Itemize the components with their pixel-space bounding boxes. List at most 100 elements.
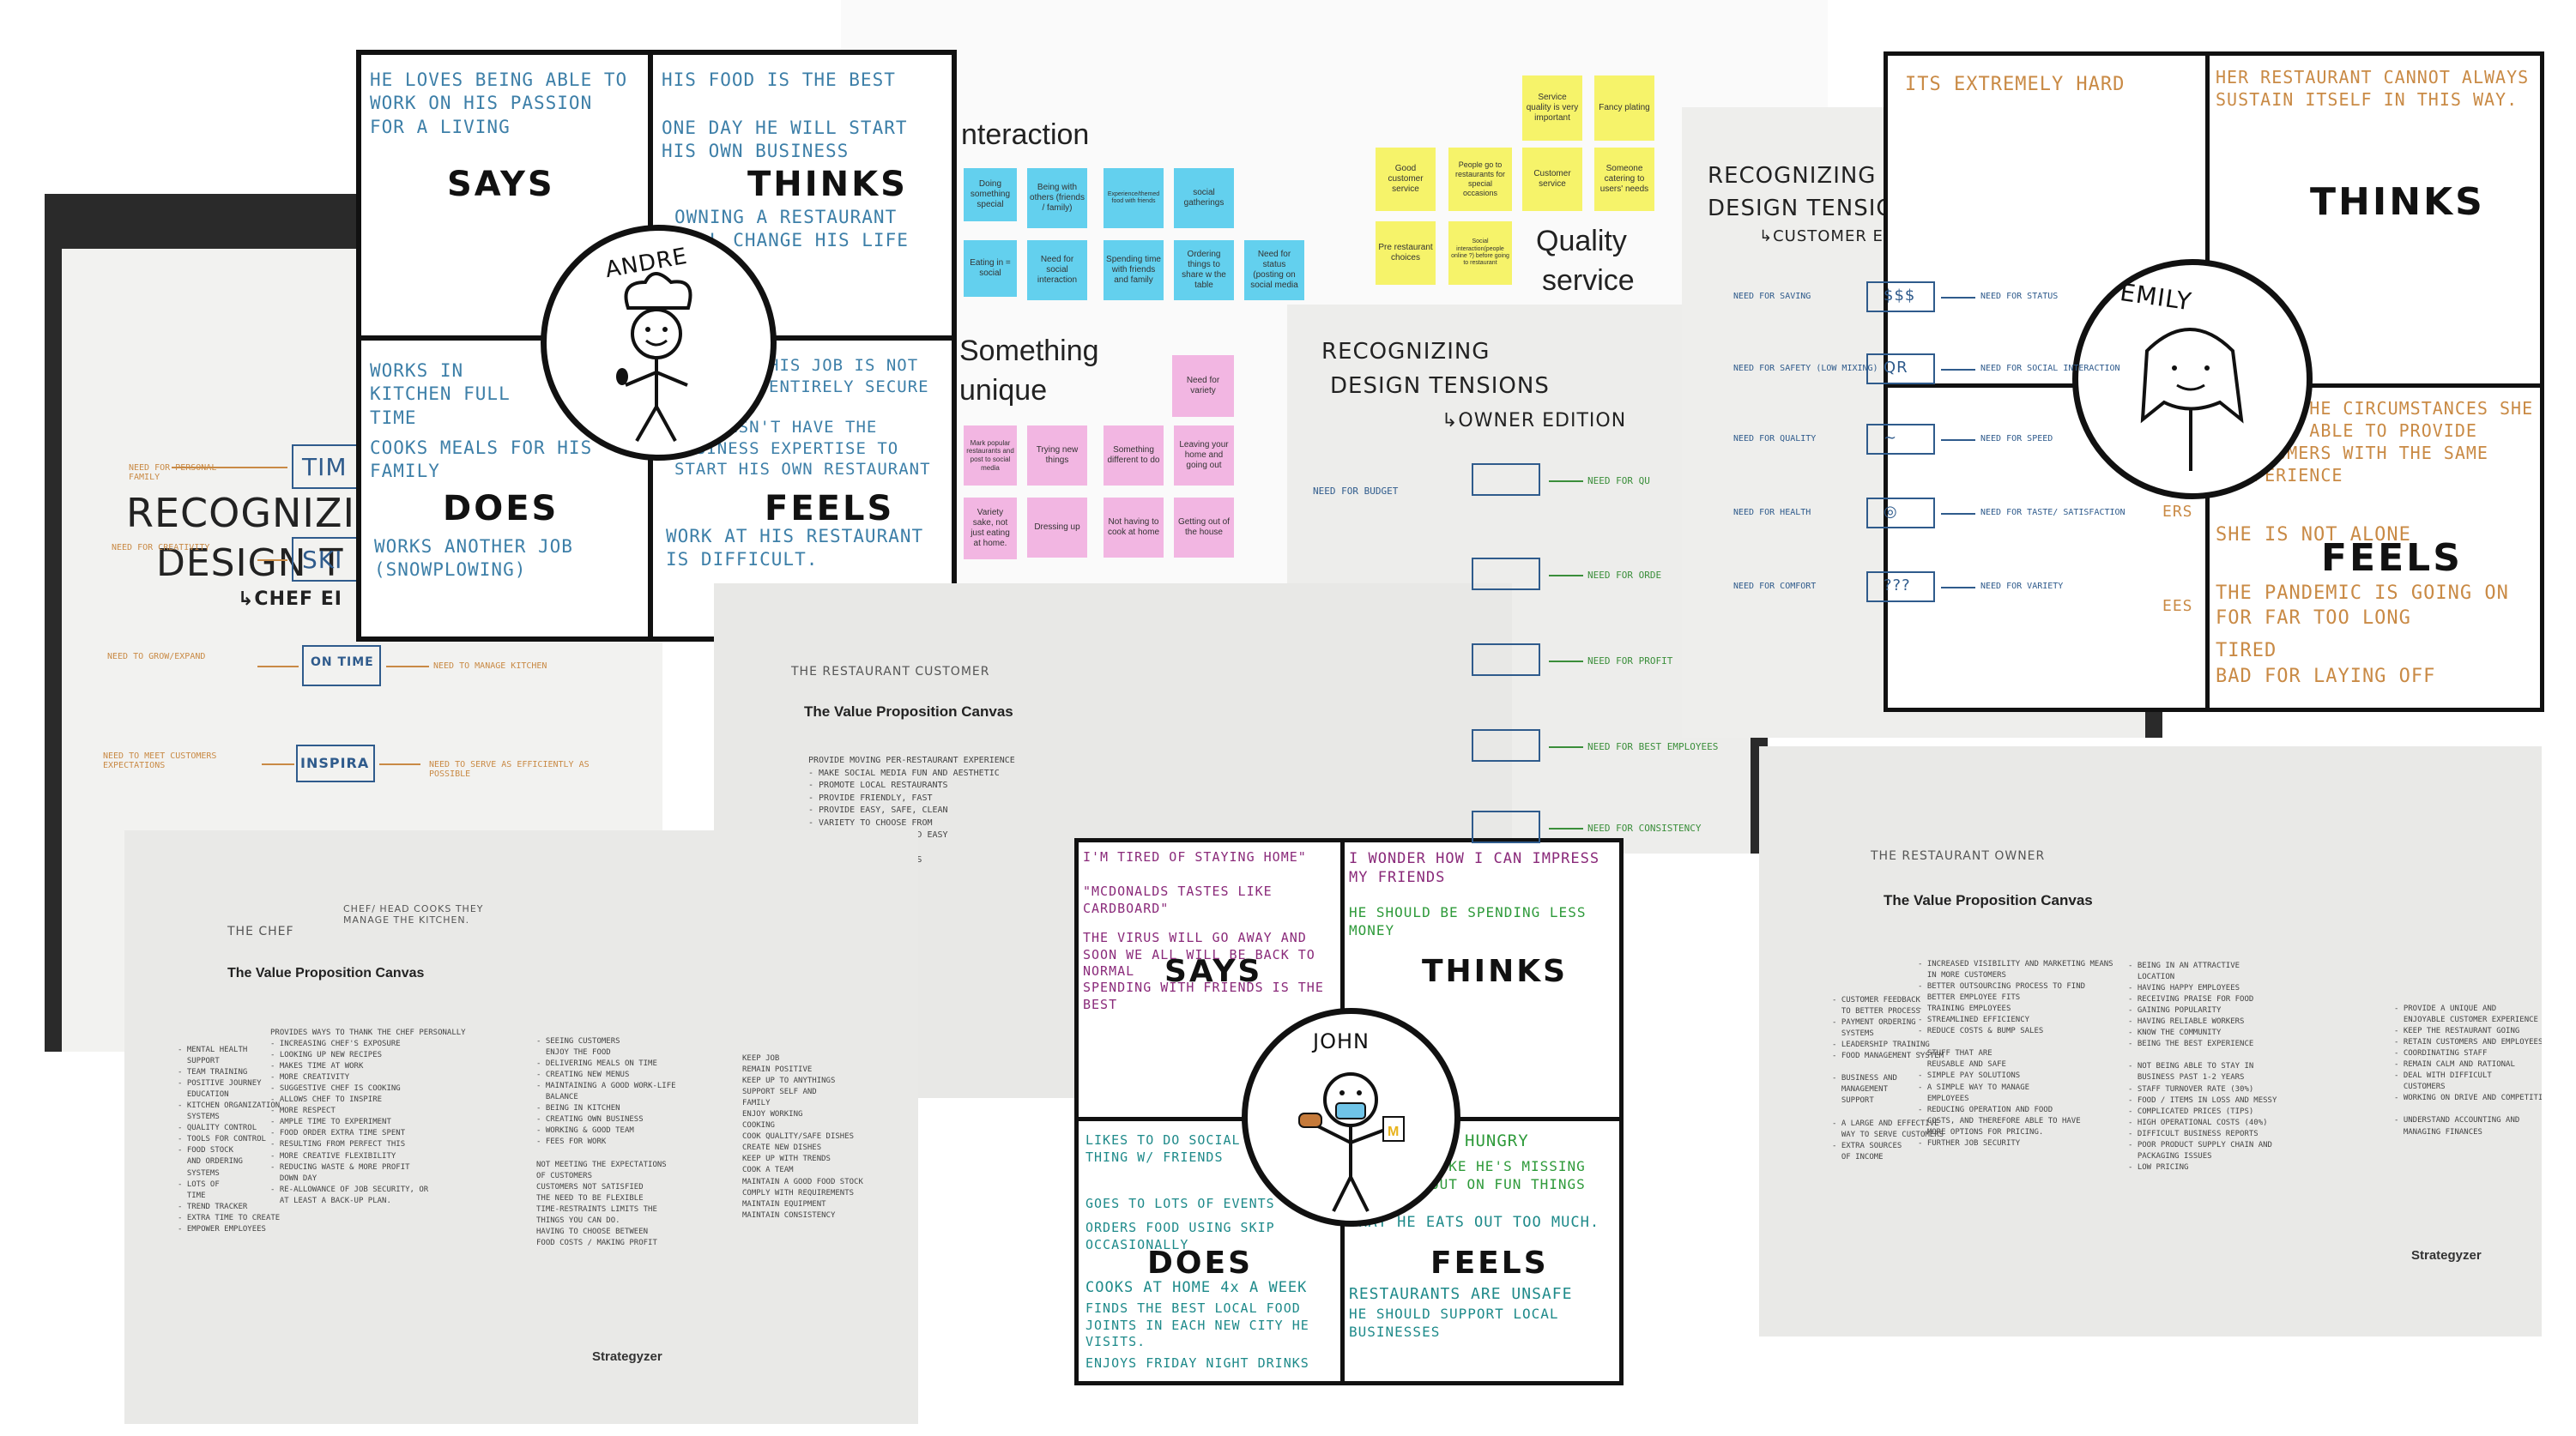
emily-feels-note-4: TIRED — [2216, 640, 2277, 661]
andre-says-title: SAYS — [447, 165, 555, 204]
customer-tension-right-label: NEED FOR SOCIAL INTERACTION — [1980, 364, 2120, 373]
john-feels-note-5: HE SHOULD SUPPORT LOCAL BUSINESSES — [1349, 1306, 1559, 1340]
vpc-customer-title: The Value Proposition Canvas — [804, 703, 1013, 720]
emily-feels-note-3: THE PANDEMIC IS GOING ON FOR FAR TOO LON… — [2216, 582, 2509, 629]
owner-tension-title-2: DESIGN TENSIONS — [1330, 373, 1550, 399]
customer-tension-right-label: NEED FOR VARIETY — [1980, 582, 2064, 591]
vpc-owner-far-right: - PROVIDE A UNIQUE AND ENJOYABLE CUSTOME… — [2394, 1005, 2542, 1137]
chef-tension-box-label-2: SKI — [302, 546, 343, 574]
unique-heading: unique — [959, 374, 1048, 407]
vpc-owner-right-text: - BEING IN AN ATTRACTIVE LOCATION - HAVI… — [2128, 962, 2277, 1172]
andre-thinks-title: THINKS — [747, 165, 908, 204]
sticky-yellow-7: Pre restaurant choices — [1376, 221, 1436, 285]
sticky-yellow-6: Someone catering to users' needs — [1594, 148, 1654, 211]
john-feels-note-1: HUNGRY — [1465, 1131, 1529, 1150]
quality-heading: Quality — [1536, 225, 1627, 257]
chef-tension-subtitle: ↳CHEF EI — [238, 588, 342, 610]
owner-tension-right-label: NEED FOR BEST EMPLOYEES — [1587, 741, 1719, 752]
something-heading: Something — [959, 335, 1099, 367]
customer-tension-right-label: NEED FOR TASTE/ SATISFACTION — [1980, 508, 2126, 517]
customer-tension-box-symbol: ~ — [1884, 429, 1898, 447]
john-name: JOHN — [1313, 1029, 1370, 1053]
owner-tension-right-label: NEED FOR QU — [1587, 475, 1650, 486]
customer-tension-box-symbol: QR — [1884, 359, 1908, 377]
john-thinks-note-2: HE SHOULD BE SPENDING LESS MONEY — [1349, 904, 1587, 938]
sticky-blue-4: social gatherings — [1174, 168, 1234, 228]
john-says-note-3: THE VIRUS WILL GO AWAY AND SOON WE ALL W… — [1083, 930, 1315, 979]
emily-edge-fragment: EES — [2162, 597, 2193, 615]
john-says-note-1: I'M TIRED OF STAYING HOME" — [1083, 849, 1307, 865]
sticky-blue-9: Need for status (posting on social media — [1244, 240, 1304, 300]
john-does-note-6: ENJOYS FRIDAY NIGHT DRINKS — [1085, 1355, 1309, 1371]
customer-tension-left-label: NEED FOR SAVING — [1733, 292, 1811, 301]
vpc-owner-title: The Value Proposition Canvas — [1884, 892, 2093, 908]
customer-tension-left-label: NEED FOR SAFETY (LOW MIXING) — [1733, 364, 1878, 373]
vpc-chef-title: The Value Proposition Canvas — [227, 966, 425, 980]
chef-tension-right-3: NEED TO MANAGE KITCHEN — [433, 661, 547, 671]
service-heading: service — [1542, 264, 1635, 297]
owner-tension-box — [1472, 558, 1540, 590]
vpc-chef-right-text: - SEEING CUSTOMERS ENJOY THE FOOD - DELI… — [536, 1037, 676, 1247]
customer-tension-box — [1866, 498, 1935, 528]
customer-tension-right-label: NEED FOR STATUS — [1980, 292, 2059, 301]
owner-tension-right-label: NEED FOR CONSISTENCY — [1587, 823, 1702, 834]
andre-feels-note-1: HIS JOB IS NOT ENTIRELY SECURE — [769, 356, 929, 396]
andre-thinks-note-1: HIS FOOD IS THE BEST — [662, 69, 896, 90]
owner-tension-subtitle: ↳OWNER EDITION — [1442, 410, 1627, 431]
sticky-yellow-4: People go to restaurants for special occ… — [1448, 148, 1512, 211]
sticky-yellow-3: Good customer service — [1376, 148, 1436, 211]
john-does-note-3: ORDERS FOOD USING SKIP OCCASIONALLY — [1085, 1220, 1275, 1252]
sticky-pink-7: Dressing up — [1027, 498, 1087, 558]
chef-tension-left-3: NEED TO GROW/EXPAND — [107, 652, 206, 661]
owner-tension-box — [1472, 463, 1540, 496]
customer-tension-left-label: NEED FOR QUALITY — [1733, 434, 1817, 443]
chef-tension-box-label-3: ON TIME — [311, 655, 374, 669]
customer-tension-left-label: NEED FOR HEALTH — [1733, 508, 1811, 517]
svg-text:M: M — [1388, 1125, 1399, 1139]
andre-says-note-1: HE LOVES BEING ABLE TO WORK ON HIS PASSI… — [370, 69, 628, 137]
customer-tension-right-label: NEED FOR SPEED — [1980, 434, 2053, 443]
owner-tension-right-label: NEED FOR PROFIT — [1587, 655, 1673, 667]
emily-thinks-title: THINKS — [2310, 180, 2485, 224]
owner-tension-box — [1472, 643, 1540, 676]
sticky-pink-6: Variety sake, not just eating at home. — [964, 498, 1017, 559]
emily-feels-note-2: SHE IS NOT ALONE — [2216, 524, 2411, 546]
vpc-customer-caption: THE RESTAURANT CUSTOMER — [791, 665, 990, 679]
sticky-pink-1: Need for variety — [1172, 355, 1234, 417]
sticky-yellow-2: Fancy plating — [1594, 75, 1654, 141]
chef-tension-right-4: NEED TO SERVE AS EFFICIENTLY AS POSSIBLE — [429, 760, 590, 779]
owner-tension-box — [1472, 729, 1540, 762]
vpc-owner-logo: Strategyzer — [2411, 1248, 2482, 1263]
vpc-chef-left-text: - MENTAL HEALTH SUPPORT - TEAM TRAINING … — [178, 1046, 281, 1234]
vpc-owner-caption: THE RESTAURANT OWNER — [1871, 849, 2046, 863]
owner-tension-left-label: NEED FOR BUDGET — [1313, 486, 1399, 497]
john-says-note-2: "MCDONALDS TASTES LIKE CARDBOARD" — [1083, 884, 1273, 916]
andre-feels-title: FEELS — [765, 489, 895, 528]
vpc-owner-mid-text: - INCREASED VISIBILITY AND MARKETING MEA… — [1918, 960, 2113, 1148]
chef-tension-title-1: RECOGNIZI — [126, 490, 356, 536]
customer-tension-box-symbol: $$$ — [1884, 287, 1916, 305]
emily-thinks-note-1: HER RESTAURANT CANNOT ALWAYS SUSTAIN ITS… — [2216, 67, 2530, 110]
chef-tension-box-label-1: TIM — [302, 453, 348, 481]
chef-tension-left-2: NEED FOR CREATIVITY — [112, 543, 210, 552]
sticky-pink-2: Mark popular restaurants and post to soc… — [964, 425, 1017, 486]
sticky-blue-2: Being with others (friends / family) — [1027, 168, 1087, 228]
sticky-yellow-1: Service quality is very important — [1522, 75, 1582, 141]
sticky-pink-4: Something different to do — [1104, 425, 1164, 486]
customer-tension-box-symbol: ◎ — [1884, 503, 1898, 521]
john-does-note-4: COOKS AT HOME 4x A WEEK — [1085, 1279, 1308, 1296]
owner-tension-title-1: RECOGNIZING — [1321, 339, 1491, 365]
sticky-pink-5: Leaving your home and going out — [1174, 425, 1234, 486]
vpc-chef-note-top: CHEF/ HEAD COOKS THEY MANAGE THE KITCHEN… — [343, 903, 484, 926]
vpc-chef-photo: THE CHEF CHEF/ HEAD COOKS THEY MANAGE TH… — [124, 830, 918, 1424]
john-does-note-5: FINDS THE BEST LOCAL FOOD JOINTS IN EACH… — [1085, 1300, 1309, 1349]
andre-does-title: DOES — [443, 489, 559, 528]
owner-tension-box — [1472, 811, 1540, 843]
customer-tension-left-label: NEED FOR COMFORT — [1733, 582, 1817, 591]
andre-thinks-note-2: ONE DAY HE WILL START HIS OWN BUSINESS — [662, 118, 908, 162]
chef-tension-left-4: NEED TO MEET CUSTOMERS EXPECTATIONS — [103, 751, 217, 770]
vpc-chef-far-right: KEEP JOB REMAIN POSITIVE KEEP UP TO ANYT… — [742, 1054, 863, 1220]
sticky-blue-1: Doing something special — [964, 168, 1017, 221]
john-thinks-note-1: I WONDER HOW I CAN IMPRESS MY FRIENDS — [1349, 850, 1600, 887]
emily-feels-note-5: BAD FOR LAYING OFF — [2216, 666, 2436, 687]
